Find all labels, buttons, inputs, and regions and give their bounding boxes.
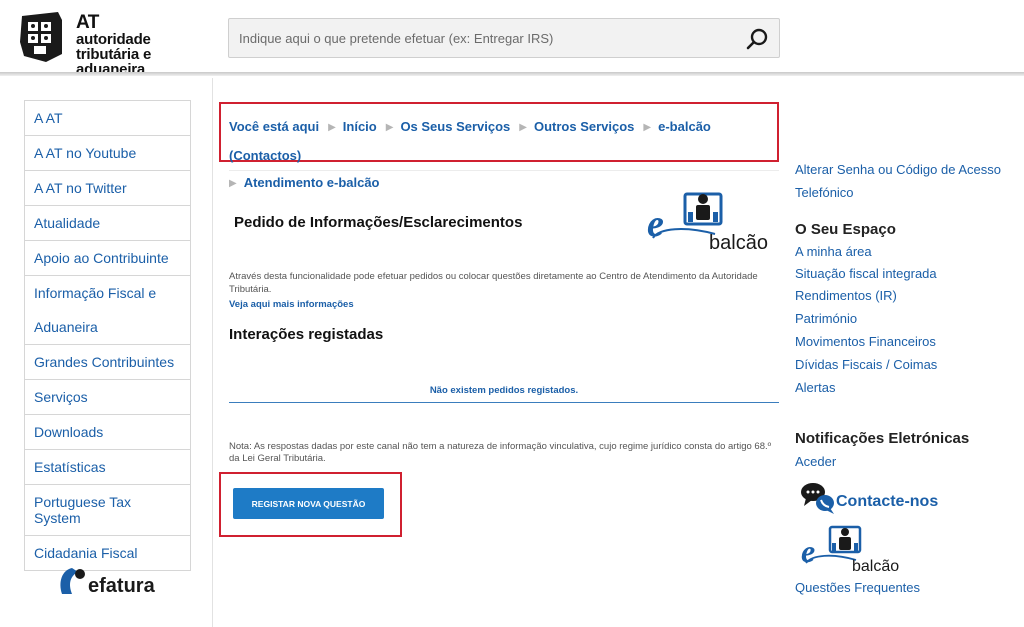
left-divider	[212, 78, 213, 627]
ebalcao-word: balcão	[709, 232, 768, 254]
breadcrumb-chevron-icon: ▶	[229, 178, 237, 189]
leftnav-item-twitter[interactable]: A AT no Twitter	[25, 171, 190, 206]
logo-line-at: AT	[76, 12, 99, 33]
leftnav-item-grandes-contribuintes[interactable]: Grandes Contribuintes	[25, 345, 190, 380]
notifications-access-link[interactable]: Aceder	[795, 454, 836, 469]
ebalcao-logo-icon: e balcão	[647, 192, 768, 254]
my-space-title: O Seu Espaço	[795, 221, 896, 238]
content-divider	[229, 170, 779, 171]
leftnav-item-youtube[interactable]: A AT no Youtube	[25, 136, 190, 171]
ebalcao-small-logo[interactable]: e balcão	[800, 523, 910, 577]
ebalcao-small-e-letter: e	[801, 533, 815, 569]
contact-us-label: Contacte-nos	[836, 493, 939, 510]
fiscal-situation-link[interactable]: Situação fiscal integrada	[795, 266, 937, 281]
site-header: AT autoridade tributária e aduaneira	[0, 0, 1024, 77]
interactions-title: Interações registadas	[229, 326, 384, 343]
header-shadow	[0, 72, 1024, 76]
description-text: Através desta funcionalidade pode efetua…	[229, 271, 758, 295]
ebalcao-e-letter: e	[647, 203, 664, 245]
breadcrumb-atendimento-ebalcao[interactable]: Atendimento e-balcão	[244, 175, 380, 190]
efatura-logo[interactable]: efatura	[58, 564, 168, 594]
breadcrumb-inicio[interactable]: Início	[343, 119, 377, 134]
breadcrumb-chevron-icon: ▶	[519, 122, 527, 133]
efatura-logo-icon: efatura	[60, 568, 156, 594]
search-icon[interactable]	[745, 26, 771, 52]
logo-wordmark: AT autoridade tributária e aduaneira	[76, 12, 218, 77]
change-password-link-line2[interactable]: Telefónico	[795, 185, 854, 200]
leftnav-item-tax-system[interactable]: Portuguese Tax System	[25, 485, 190, 536]
ebalcao-small-word: balcão	[852, 558, 899, 575]
empty-requests-underline	[229, 402, 779, 403]
ebalcao-small-icon: e balcão	[801, 525, 899, 575]
logo-line-autoridade: autoridade	[76, 31, 151, 48]
tax-debts-link[interactable]: Dívidas Fiscais / Coimas	[795, 357, 937, 372]
search-input[interactable]	[229, 19, 729, 57]
breadcrumb-you-are-here: Você está aqui	[229, 119, 320, 134]
left-navigation: A AT A AT no Youtube A AT no Twitter Atu…	[24, 100, 191, 571]
faq-link[interactable]: Questões Frequentes	[795, 580, 920, 595]
breadcrumb-chevron-icon: ▶	[328, 122, 336, 133]
more-info-link[interactable]: Veja aqui mais informações	[229, 299, 354, 310]
leftnav-item-a-at[interactable]: A AT	[25, 101, 190, 136]
legal-note: Nota: As respostas dadas por este canal …	[229, 441, 772, 464]
leftnav-item-apoio-contribuinte[interactable]: Apoio ao Contribuinte	[25, 241, 190, 276]
my-area-link[interactable]: A minha área	[795, 244, 872, 259]
breadcrumb-seus-servicos[interactable]: Os Seus Serviços	[400, 119, 510, 134]
chat-bubbles-icon	[801, 483, 834, 514]
empty-requests-message: Não existem pedidos registados.	[429, 385, 579, 396]
at-logo[interactable]: AT autoridade tributária e aduaneira	[18, 10, 218, 77]
assets-link[interactable]: Património	[795, 311, 857, 326]
leftnav-item-servicos[interactable]: Serviços	[25, 380, 190, 415]
search-bar	[228, 18, 780, 58]
leftnav-item-informacao-fiscal[interactable]: Informação Fiscal e Aduaneira	[25, 276, 190, 345]
at-emblem-icon	[20, 12, 62, 62]
contact-us-link[interactable]: Contacte-nos	[800, 481, 960, 517]
leftnav-item-downloads[interactable]: Downloads	[25, 415, 190, 450]
alerts-link[interactable]: Alertas	[795, 380, 835, 395]
page-title: Pedido de Informações/Esclarecimentos	[234, 214, 523, 231]
breadcrumb-chevron-icon: ▶	[643, 122, 652, 133]
financial-movements-link[interactable]: Movimentos Financeiros	[795, 334, 936, 349]
leftnav-item-atualidade[interactable]: Atualidade	[25, 206, 190, 241]
breadcrumb-highlight: Você está aqui ▶ Início ▶ Os Seus Serviços ▶ O…	[219, 102, 779, 190]
leftnav-item-estatisticas[interactable]: Estatísticas	[25, 450, 190, 485]
income-link[interactable]: Rendimentos (IR)	[795, 288, 897, 303]
ebalcao-logo: e balcão	[645, 188, 775, 254]
efatura-text: efatura	[88, 575, 156, 594]
breadcrumb-chevron-icon: ▶	[385, 122, 394, 133]
change-password-link[interactable]: Alterar Senha ou Código de Acesso	[795, 162, 1001, 177]
breadcrumb-outros-servicos[interactable]: Outros Serviços	[534, 119, 634, 134]
notifications-title: Notificações Eletrónicas	[795, 430, 970, 447]
breadcrumb: Você está aqui ▶ Início ▶ Os Seus Serviços ▶ O…	[229, 113, 779, 198]
register-question-button[interactable]: REGISTAR NOVA QUESTÃO	[233, 488, 384, 519]
